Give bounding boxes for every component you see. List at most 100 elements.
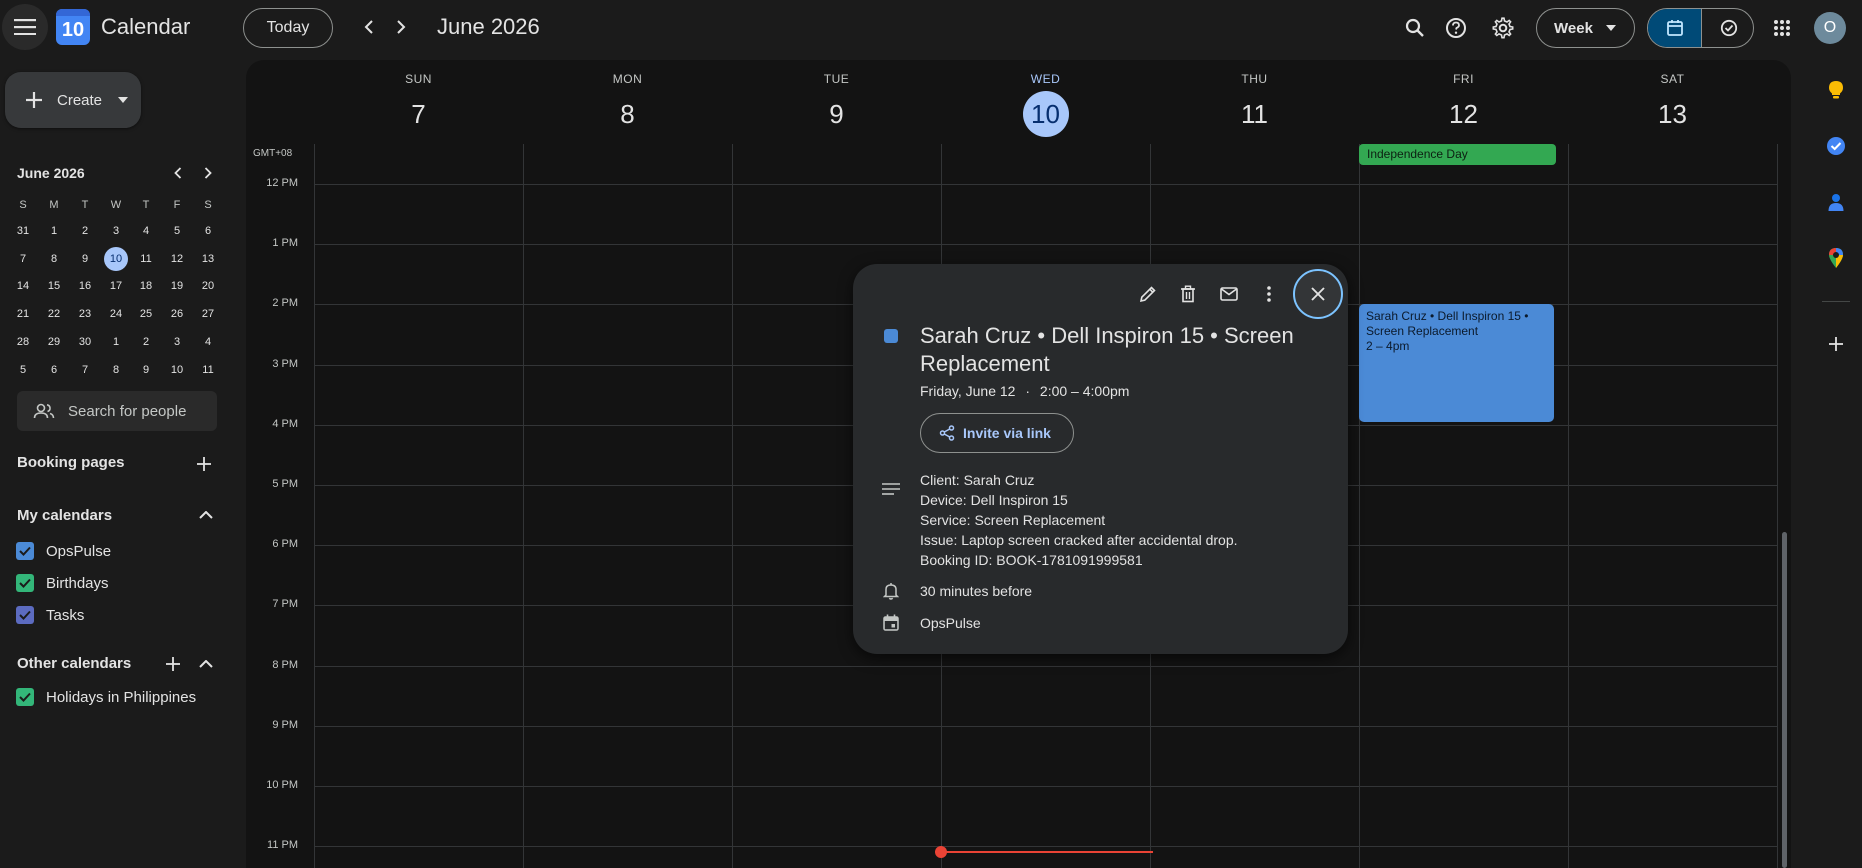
day-header-sun: SUN 7 bbox=[314, 60, 523, 137]
mini-calendar-day[interactable]: 12 bbox=[165, 247, 189, 271]
add-other-calendar-button[interactable] bbox=[161, 652, 185, 676]
help-button[interactable] bbox=[1437, 9, 1475, 47]
day-number-button[interactable]: 11 bbox=[1232, 91, 1278, 137]
mini-calendar-day[interactable]: 19 bbox=[165, 274, 189, 298]
day-number-button[interactable]: 8 bbox=[605, 91, 651, 137]
settings-button[interactable] bbox=[1484, 9, 1522, 47]
today-button[interactable]: Today bbox=[243, 8, 333, 48]
previous-week-button[interactable] bbox=[352, 10, 386, 44]
mini-calendar-day[interactable]: 5 bbox=[165, 219, 189, 243]
mini-calendar-day[interactable]: 13 bbox=[196, 247, 220, 271]
account-avatar[interactable]: O bbox=[1814, 12, 1846, 44]
email-guests-button[interactable] bbox=[1211, 276, 1247, 312]
mini-calendar-day[interactable]: 8 bbox=[42, 247, 66, 271]
maps-button[interactable] bbox=[1818, 240, 1854, 276]
hour-label: 2 PM bbox=[272, 297, 298, 310]
calendar-checkbox[interactable] bbox=[16, 688, 34, 706]
close-popup-button[interactable] bbox=[1293, 269, 1343, 319]
all-day-event-independence-day[interactable]: Independence Day bbox=[1359, 144, 1556, 165]
my-calendars-collapse-button[interactable] bbox=[194, 503, 218, 527]
calendar-item-holidays-in-philippines[interactable]: Holidays in Philippines bbox=[16, 686, 196, 708]
scrollbar-thumb[interactable] bbox=[1782, 532, 1787, 868]
search-button[interactable] bbox=[1396, 9, 1434, 47]
mini-calendar-day[interactable]: 6 bbox=[196, 219, 220, 243]
mini-calendar-day[interactable]: 21 bbox=[11, 302, 35, 326]
main-menu-button[interactable] bbox=[2, 4, 48, 50]
mini-calendar-day[interactable]: 1 bbox=[104, 330, 128, 354]
popup-event-datetime: Friday, June 12 · 2:00 – 4:00pm bbox=[920, 383, 1129, 399]
my-calendars-label[interactable]: My calendars bbox=[17, 507, 112, 524]
mini-calendar-day[interactable]: 24 bbox=[104, 302, 128, 326]
calendar-item-opspulse[interactable]: OpsPulse bbox=[16, 540, 111, 562]
mini-calendar-day[interactable]: 20 bbox=[196, 274, 220, 298]
day-column-divider bbox=[523, 144, 524, 868]
add-booking-page-button[interactable] bbox=[192, 452, 216, 476]
invite-via-link-button[interactable]: Invite via link bbox=[920, 413, 1074, 453]
calendar-checkbox[interactable] bbox=[16, 542, 34, 560]
calendar-checkbox[interactable] bbox=[16, 574, 34, 592]
day-number-button[interactable]: 10 bbox=[1022, 91, 1069, 137]
contacts-button[interactable] bbox=[1818, 184, 1854, 220]
mini-calendar-day[interactable]: 11 bbox=[196, 358, 220, 382]
google-apps-button[interactable] bbox=[1763, 9, 1801, 47]
mini-calendar-day[interactable]: 30 bbox=[73, 330, 97, 354]
mini-calendar-day[interactable]: 7 bbox=[11, 247, 35, 271]
mini-calendar-weekday-header: T bbox=[81, 199, 89, 211]
calendar-item-birthdays[interactable]: Birthdays bbox=[16, 572, 109, 594]
mini-calendar-day[interactable]: 10 bbox=[165, 358, 189, 382]
mini-calendar-day[interactable]: 29 bbox=[42, 330, 66, 354]
task-check-icon bbox=[1720, 19, 1737, 37]
mini-calendar-day[interactable]: 2 bbox=[73, 219, 97, 243]
mini-calendar-day[interactable]: 4 bbox=[134, 219, 158, 243]
mini-calendar-day[interactable]: 9 bbox=[134, 358, 158, 382]
mini-calendar-day[interactable]: 1 bbox=[42, 219, 66, 243]
keep-button[interactable] bbox=[1818, 72, 1854, 108]
calendar-item-tasks[interactable]: Tasks bbox=[16, 604, 84, 626]
mini-calendar-day[interactable]: 11 bbox=[134, 247, 158, 271]
other-calendars-label[interactable]: Other calendars bbox=[17, 655, 131, 672]
day-number-button[interactable]: 7 bbox=[396, 91, 442, 137]
mini-calendar-day[interactable]: 2 bbox=[134, 330, 158, 354]
mini-calendar-day[interactable]: 3 bbox=[104, 219, 128, 243]
mini-calendar-day[interactable]: 7 bbox=[73, 358, 97, 382]
search-people-field[interactable]: Search for people bbox=[17, 391, 217, 431]
calendar-name: OpsPulse bbox=[46, 542, 112, 560]
tasks-view-button[interactable] bbox=[1702, 9, 1753, 47]
mini-calendar-day[interactable]: 17 bbox=[104, 274, 128, 298]
mini-calendar-day[interactable]: 8 bbox=[104, 358, 128, 382]
mini-calendar-day[interactable]: 3 bbox=[165, 330, 189, 354]
other-calendars-collapse-button[interactable] bbox=[194, 652, 218, 676]
calendar-checkbox[interactable] bbox=[16, 606, 34, 624]
mini-calendar-day[interactable]: 14 bbox=[11, 274, 35, 298]
mini-calendar-day[interactable]: 15 bbox=[42, 274, 66, 298]
mini-calendar-day[interactable]: 22 bbox=[42, 302, 66, 326]
more-options-button[interactable] bbox=[1251, 276, 1287, 312]
mini-calendar-day[interactable]: 28 bbox=[11, 330, 35, 354]
mini-calendar-weekday-header: F bbox=[173, 199, 181, 211]
event-block[interactable]: Sarah Cruz • Dell Inspiron 15 • Screen R… bbox=[1359, 304, 1554, 422]
mini-calendar-day[interactable]: 6 bbox=[42, 358, 66, 382]
day-number-button[interactable]: 9 bbox=[814, 91, 860, 137]
mini-calendar-day[interactable]: 26 bbox=[165, 302, 189, 326]
calendar-logo[interactable]: 10 bbox=[56, 9, 90, 45]
next-week-button[interactable] bbox=[384, 10, 418, 44]
mini-calendar-day[interactable]: 5 bbox=[11, 358, 35, 382]
view-selector-button[interactable]: Week bbox=[1536, 8, 1635, 48]
tasks-button[interactable] bbox=[1818, 128, 1854, 164]
mini-calendar-day[interactable]: 25 bbox=[134, 302, 158, 326]
mini-calendar-day[interactable]: 18 bbox=[134, 274, 158, 298]
mini-calendar-day[interactable]: 16 bbox=[73, 274, 97, 298]
day-column-divider bbox=[1777, 144, 1778, 868]
get-add-ons-button[interactable] bbox=[1818, 326, 1854, 362]
calendar-view-toggle[interactable] bbox=[1648, 9, 1701, 47]
mini-calendar-day[interactable]: 4 bbox=[196, 330, 220, 354]
delete-event-button[interactable] bbox=[1170, 276, 1206, 312]
mini-calendar-day[interactable]: 9 bbox=[73, 247, 97, 271]
mini-calendar-day[interactable]: 27 bbox=[196, 302, 220, 326]
mini-calendar-day[interactable]: 23 bbox=[73, 302, 97, 326]
day-number-button[interactable]: 13 bbox=[1650, 91, 1696, 137]
day-number-button[interactable]: 12 bbox=[1441, 91, 1487, 137]
mini-calendar-day[interactable]: 31 bbox=[11, 219, 35, 243]
mini-calendar-today[interactable]: 10 bbox=[104, 246, 128, 271]
edit-event-button[interactable] bbox=[1130, 276, 1166, 312]
